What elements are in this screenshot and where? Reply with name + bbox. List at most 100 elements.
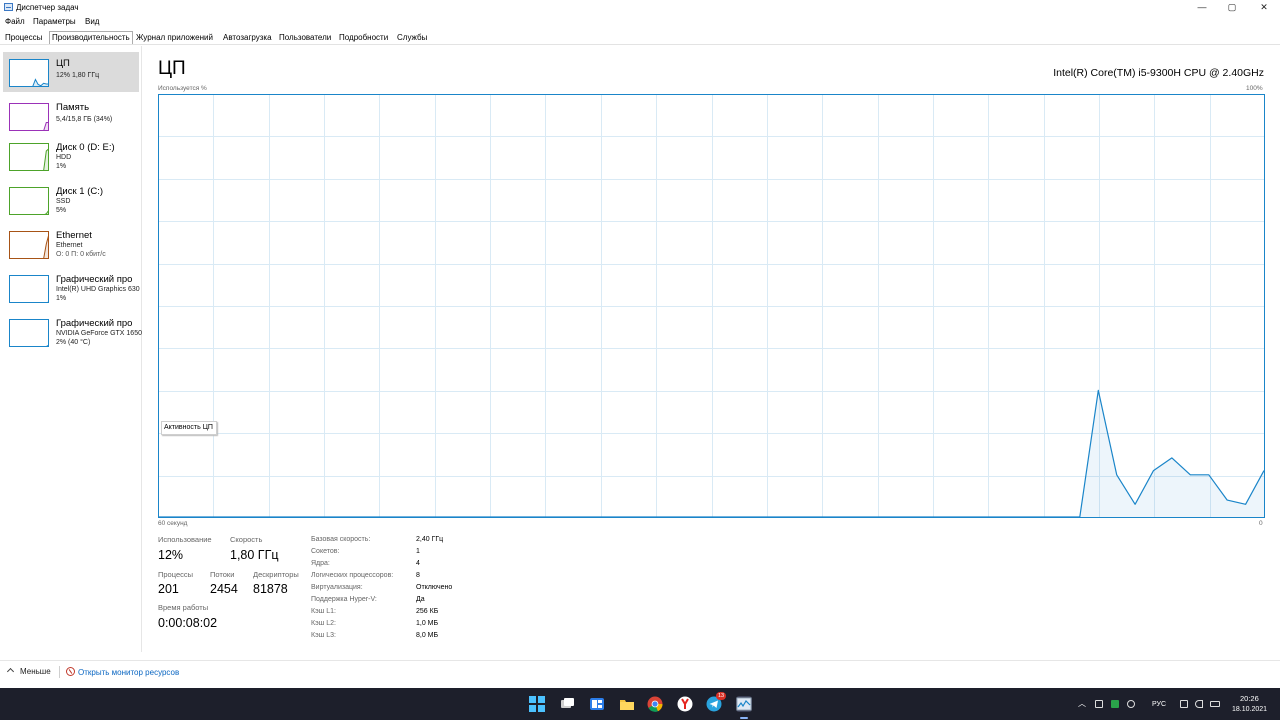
close-button[interactable]: ✕ bbox=[1248, 0, 1280, 15]
menu-file[interactable]: Файл bbox=[5, 17, 25, 27]
task-view-icon[interactable] bbox=[559, 696, 575, 712]
sparkline-area bbox=[45, 211, 48, 214]
volume-icon[interactable] bbox=[1195, 700, 1203, 708]
x-axis-label: 60 секунд bbox=[158, 520, 188, 527]
y-axis-label: Используется % bbox=[158, 85, 207, 92]
detail-key: Базовая скорость: bbox=[311, 536, 371, 543]
task-manager-app-icon bbox=[4, 3, 13, 11]
usage-label: Использование bbox=[158, 535, 212, 544]
sidebar-item-detail: 1% bbox=[56, 295, 67, 302]
chevron-up-icon bbox=[6, 667, 15, 676]
clock-time[interactable]: 20:26 bbox=[1240, 694, 1259, 703]
tray-app-icon[interactable] bbox=[1095, 700, 1103, 708]
page-title: ЦП bbox=[158, 58, 186, 79]
windows-start-icon[interactable] bbox=[529, 696, 545, 712]
sidebar-item-type: SSD bbox=[56, 198, 71, 205]
disk-1-thumbnail-graph bbox=[9, 187, 49, 215]
menu-bar: Файл Параметры Вид bbox=[0, 15, 1280, 29]
sidebar-item-memory[interactable]: Память 5,4/15,8 ГБ (34%) bbox=[3, 96, 139, 136]
sparkline-line bbox=[46, 344, 48, 346]
sidebar-item-detail: 1% bbox=[56, 163, 67, 170]
telegram-unread-badge: 13 bbox=[716, 692, 726, 700]
sidebar-item-detail: О: 0 П: 0 кбит/с bbox=[56, 251, 106, 258]
yandex-browser-icon[interactable] bbox=[677, 696, 693, 712]
detail-key: Кэш L2: bbox=[311, 620, 336, 627]
show-hidden-icons-chevron-icon[interactable]: ︿ bbox=[1078, 698, 1086, 720]
detail-value: 4 bbox=[416, 560, 420, 567]
footer-bar: Меньше Открыть монитор ресурсов bbox=[0, 660, 1280, 686]
network-icon[interactable] bbox=[1180, 700, 1188, 708]
maximize-button[interactable]: ▢ bbox=[1216, 0, 1248, 15]
active-app-indicator bbox=[740, 717, 748, 719]
tray-green-app-icon[interactable] bbox=[1111, 700, 1119, 708]
detail-value: 1 bbox=[416, 548, 420, 555]
task-manager-icon[interactable] bbox=[736, 696, 752, 712]
cpu-usage-chart-svg bbox=[158, 94, 1265, 518]
x-axis-min-label: 0 bbox=[1259, 520, 1263, 527]
minimize-button[interactable]: — bbox=[1186, 0, 1218, 15]
cpu-usage-chart[interactable] bbox=[158, 94, 1265, 518]
sparkline-line bbox=[47, 301, 48, 302]
microphone-icon[interactable] bbox=[1127, 700, 1135, 708]
sidebar-item-title: ЦП bbox=[56, 58, 70, 69]
tabs-bar: Процессы Производительность Журнал прило… bbox=[0, 30, 1280, 45]
disk-0-thumbnail-graph bbox=[9, 143, 49, 171]
tab-startup[interactable]: Автозагрузка bbox=[221, 32, 274, 44]
sidebar-item-disk-1[interactable]: Диск 1 (C:) SSD 5% bbox=[3, 180, 139, 220]
detail-value: 2,40 ГГц bbox=[416, 536, 444, 543]
tab-users[interactable]: Пользователи bbox=[277, 32, 333, 44]
processes-label: Процессы bbox=[158, 570, 194, 579]
detail-key: Виртуализация: bbox=[311, 584, 363, 591]
sidebar-item-detail: 5,4/15,8 ГБ (34%) bbox=[56, 116, 113, 123]
menu-view[interactable]: Вид bbox=[85, 17, 99, 27]
fewer-details-button[interactable]: Меньше bbox=[6, 667, 51, 677]
sidebar-item-gpu-0[interactable]: Графический про Intel(R) UHD Graphics 63… bbox=[3, 268, 140, 308]
sidebar-item-type: Intel(R) UHD Graphics 630 bbox=[56, 286, 140, 293]
clock-date[interactable]: 18.10.2021 bbox=[1232, 705, 1267, 714]
sidebar-item-type: Ethernet bbox=[56, 242, 83, 249]
resource-monitor-icon bbox=[66, 667, 75, 676]
sparkline-area bbox=[11, 302, 49, 303]
sidebar-item-cpu[interactable]: ЦП 12% 1,80 ГГц bbox=[3, 52, 139, 92]
speed-label: Скорость bbox=[230, 535, 263, 544]
detail-value: 256 КБ bbox=[416, 608, 439, 615]
sidebar-item-detail: 12% 1,80 ГГц bbox=[56, 72, 100, 79]
sidebar-item-type: NVIDIA GeForce GTX 1650 bbox=[56, 330, 142, 337]
detail-value: 8 bbox=[416, 572, 420, 579]
sidebar-item-gpu-1[interactable]: Графический про NVIDIA GeForce GTX 1650 … bbox=[3, 312, 142, 352]
title-bar: Диспетчер задач — ▢ ✕ bbox=[0, 0, 1280, 15]
detail-key: Сокетов: bbox=[311, 548, 340, 555]
sidebar-item-disk-0[interactable]: Диск 0 (D: E:) HDD 1% bbox=[3, 136, 139, 176]
tab-services[interactable]: Службы bbox=[395, 32, 429, 44]
widgets-icon[interactable] bbox=[589, 696, 605, 712]
chrome-icon[interactable] bbox=[647, 696, 663, 712]
tab-app-history[interactable]: Журнал приложений bbox=[134, 32, 215, 44]
gpu-1-thumbnail-graph bbox=[9, 319, 49, 347]
task-manager-window: Диспетчер задач — ▢ ✕ Файл Параметры Вид… bbox=[0, 0, 1280, 720]
sidebar-item-title: Ethernet bbox=[56, 230, 92, 241]
sidebar-item-detail: 2% (40 °C) bbox=[56, 339, 91, 346]
file-explorer-icon[interactable] bbox=[619, 696, 635, 712]
sidebar-item-ethernet[interactable]: Ethernet Ethernet О: 0 П: 0 кбит/с bbox=[3, 224, 139, 264]
tab-processes[interactable]: Процессы bbox=[3, 32, 44, 44]
battery-icon[interactable] bbox=[1210, 701, 1220, 707]
sparkline-line bbox=[43, 235, 48, 258]
tab-details[interactable]: Подробности bbox=[337, 32, 390, 44]
windows-taskbar: 13 ︿ РУС 20:26 18.10.2021 bbox=[0, 688, 1280, 720]
menu-options[interactable]: Параметры bbox=[33, 17, 76, 27]
usage-value: 12% bbox=[158, 548, 184, 562]
open-resource-monitor-link[interactable]: Открыть монитор ресурсов bbox=[66, 667, 179, 678]
open-resource-monitor-label: Открыть монитор ресурсов bbox=[78, 668, 180, 677]
tab-performance[interactable]: Производительность bbox=[49, 31, 133, 44]
footer-divider bbox=[59, 666, 60, 678]
uptime-value: 0:00:08:02 bbox=[158, 616, 218, 630]
sidebar-item-detail: 5% bbox=[56, 207, 67, 214]
fewer-details-label: Меньше bbox=[20, 667, 51, 676]
speed-value: 1,80 ГГц bbox=[230, 548, 279, 562]
detail-value: 1,0 МБ bbox=[416, 620, 439, 627]
keyboard-language[interactable]: РУС bbox=[1152, 700, 1166, 709]
detail-key: Логических процессоров: bbox=[311, 572, 394, 579]
sidebar-item-title: Диск 0 (D: E:) bbox=[56, 142, 115, 153]
sparkline-area bbox=[43, 149, 48, 170]
detail-key: Кэш L1: bbox=[311, 608, 336, 615]
